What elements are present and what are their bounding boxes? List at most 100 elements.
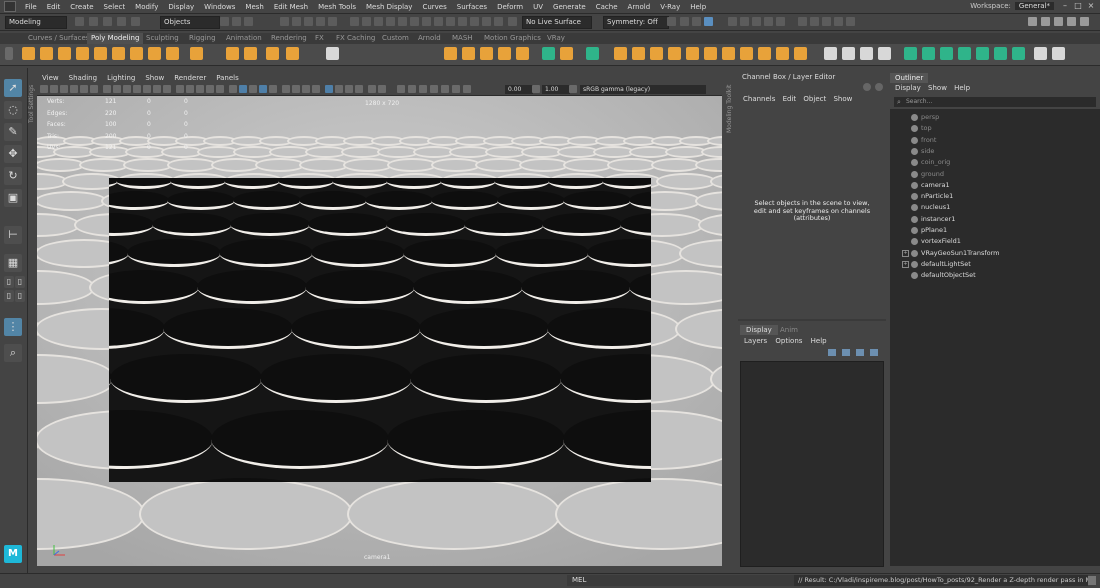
shelf-tab-curves-surfaces[interactable]: Curves / Surfaces — [24, 33, 93, 44]
move-layer-up-icon[interactable] — [828, 349, 836, 356]
workspace-value[interactable]: General* — [1014, 2, 1054, 10]
gamma-icon[interactable] — [378, 85, 386, 93]
close-icon[interactable]: × — [1086, 1, 1096, 10]
side-by-side-layout-icon[interactable]: ▯ — [15, 276, 25, 288]
shadows-icon[interactable] — [229, 85, 237, 93]
zoom-icon[interactable]: ⌕ — [4, 344, 22, 362]
hud-icon[interactable] — [325, 85, 333, 93]
menu-cache[interactable]: Cache — [591, 3, 623, 11]
depth-of-field-icon[interactable] — [269, 85, 277, 93]
symmetry-settings-icon[interactable] — [667, 17, 676, 26]
snap-view-plane-icon[interactable] — [316, 17, 325, 26]
move-layer-down-icon[interactable] — [842, 349, 850, 356]
poly-cylinder-icon[interactable] — [58, 47, 71, 60]
xray-active-components-icon[interactable] — [302, 85, 310, 93]
high-quality-icon[interactable] — [345, 85, 353, 93]
outliner-item[interactable]: side — [890, 146, 1100, 157]
film-gate-icon[interactable] — [113, 85, 121, 93]
menu-vray[interactable]: V-Ray — [655, 3, 685, 11]
shelf-tab-vray[interactable]: VRay — [543, 33, 569, 44]
smooth-shade-icon[interactable] — [186, 85, 194, 93]
tool-settings-side-tab[interactable]: Tool Settings — [28, 78, 35, 123]
graph-layout-icon[interactable]: ▯ — [15, 290, 25, 302]
viewport-menu-shading[interactable]: Shading — [64, 74, 102, 82]
poly-cone-icon[interactable] — [76, 47, 89, 60]
shelf-tab-animation[interactable]: Animation — [222, 33, 266, 44]
grease-pencil-icon[interactable] — [90, 85, 98, 93]
bookmarks-icon[interactable] — [60, 85, 68, 93]
shelf-tab-custom[interactable]: Custom — [378, 33, 413, 44]
new-layer-selected-icon[interactable] — [870, 349, 878, 356]
channel-box-menu-edit[interactable]: Edit — [783, 95, 797, 103]
menu-curves[interactable]: Curves — [417, 3, 451, 11]
outliner-item[interactable]: + defaultLightSet — [890, 259, 1100, 270]
ipr-render-icon[interactable] — [740, 17, 749, 26]
snap-grid-icon[interactable] — [280, 17, 289, 26]
outliner-layout-icon[interactable]: ▯ — [4, 290, 14, 302]
outliner-item[interactable]: + VRayGeoSun1Transform — [890, 248, 1100, 259]
gamma-slider-icon[interactable] — [532, 85, 540, 93]
merge-icon[interactable] — [650, 47, 663, 60]
shelf-tab-mash[interactable]: MASH — [448, 33, 477, 44]
detach-icon[interactable] — [686, 47, 699, 60]
outliner-item[interactable]: vortexField1 — [890, 236, 1100, 247]
connect-icon[interactable] — [860, 47, 873, 60]
maya-logo[interactable]: M — [4, 545, 22, 563]
snap-live-icon[interactable] — [328, 17, 337, 26]
make-live-icon[interactable] — [482, 17, 491, 26]
redo-icon[interactable] — [131, 17, 140, 26]
gate-mask-icon[interactable] — [133, 85, 141, 93]
reset-icon[interactable] — [463, 85, 471, 93]
new-scene-icon[interactable] — [75, 17, 84, 26]
planar-map-icon[interactable] — [904, 47, 917, 60]
single-perspective-layout-icon[interactable]: ▦ — [4, 254, 22, 272]
shelf-tab-arnold[interactable]: Arnold — [414, 33, 445, 44]
vray-render-icon[interactable] — [822, 17, 831, 26]
spherical-map-icon[interactable] — [940, 47, 953, 60]
shelf-tab-fx-caching[interactable]: FX Caching — [332, 33, 379, 44]
gamma-field-icon[interactable] — [419, 85, 427, 93]
motion-blur-icon[interactable] — [249, 85, 257, 93]
menu-modify[interactable]: Modify — [130, 3, 163, 11]
automatic-map-icon[interactable] — [958, 47, 971, 60]
pick-mask-icon[interactable] — [374, 17, 383, 26]
menu-edit-mesh[interactable]: Edit Mesh — [269, 3, 313, 11]
viewport-menu-panels[interactable]: Panels — [211, 74, 244, 82]
safe-title-icon[interactable] — [163, 85, 171, 93]
minimize-icon[interactable]: – — [1060, 1, 1070, 10]
type-tool-icon[interactable] — [326, 47, 339, 60]
extract-icon[interactable] — [704, 47, 717, 60]
poly-plane-icon[interactable] — [112, 47, 125, 60]
selection-mode-dropdown[interactable]: Objects — [160, 16, 220, 29]
outliner-item[interactable]: ground — [890, 169, 1100, 180]
new-layer-icon[interactable] — [856, 349, 864, 356]
uv-editor-icon[interactable] — [1012, 47, 1025, 60]
tab-display-layers[interactable]: Display — [740, 325, 778, 335]
poly-cube-icon[interactable] — [40, 47, 53, 60]
field-chart-icon[interactable] — [143, 85, 151, 93]
shelf-tab-sculpting[interactable]: Sculpting — [142, 33, 183, 44]
gamma-field[interactable]: 1.00 — [542, 85, 570, 94]
append-icon[interactable] — [632, 47, 645, 60]
mirror-icon[interactable] — [516, 47, 529, 60]
outliner-menu-show[interactable]: Show — [928, 84, 947, 92]
snap-point-icon[interactable] — [304, 17, 313, 26]
multisample-aa-icon[interactable] — [259, 85, 267, 93]
grid-icon[interactable] — [103, 85, 111, 93]
maximize-icon[interactable]: □ — [1073, 1, 1083, 10]
channel-box-settings-icon[interactable] — [863, 83, 871, 91]
menu-select[interactable]: Select — [99, 3, 131, 11]
xray-joints-icon[interactable] — [312, 85, 320, 93]
shelf-tab-poly-modeling[interactable]: Poly Modeling — [87, 33, 144, 44]
outliner-item[interactable]: nucleus1 — [890, 202, 1100, 213]
modeling-toolkit-toggle-icon[interactable] — [1028, 17, 1037, 26]
exposure-icon[interactable] — [368, 85, 376, 93]
outliner-item[interactable]: nParticle1 — [890, 191, 1100, 202]
modeling-toolkit-side-tab[interactable]: Modeling Toolkit — [726, 78, 733, 133]
expand-icon[interactable]: + — [902, 249, 909, 257]
deform-mask-icon[interactable] — [422, 17, 431, 26]
snap-together-icon[interactable] — [470, 17, 479, 26]
soft-select-icon[interactable] — [1034, 47, 1047, 60]
resolution-gate-icon[interactable] — [123, 85, 131, 93]
input-output-icon[interactable] — [508, 17, 517, 26]
